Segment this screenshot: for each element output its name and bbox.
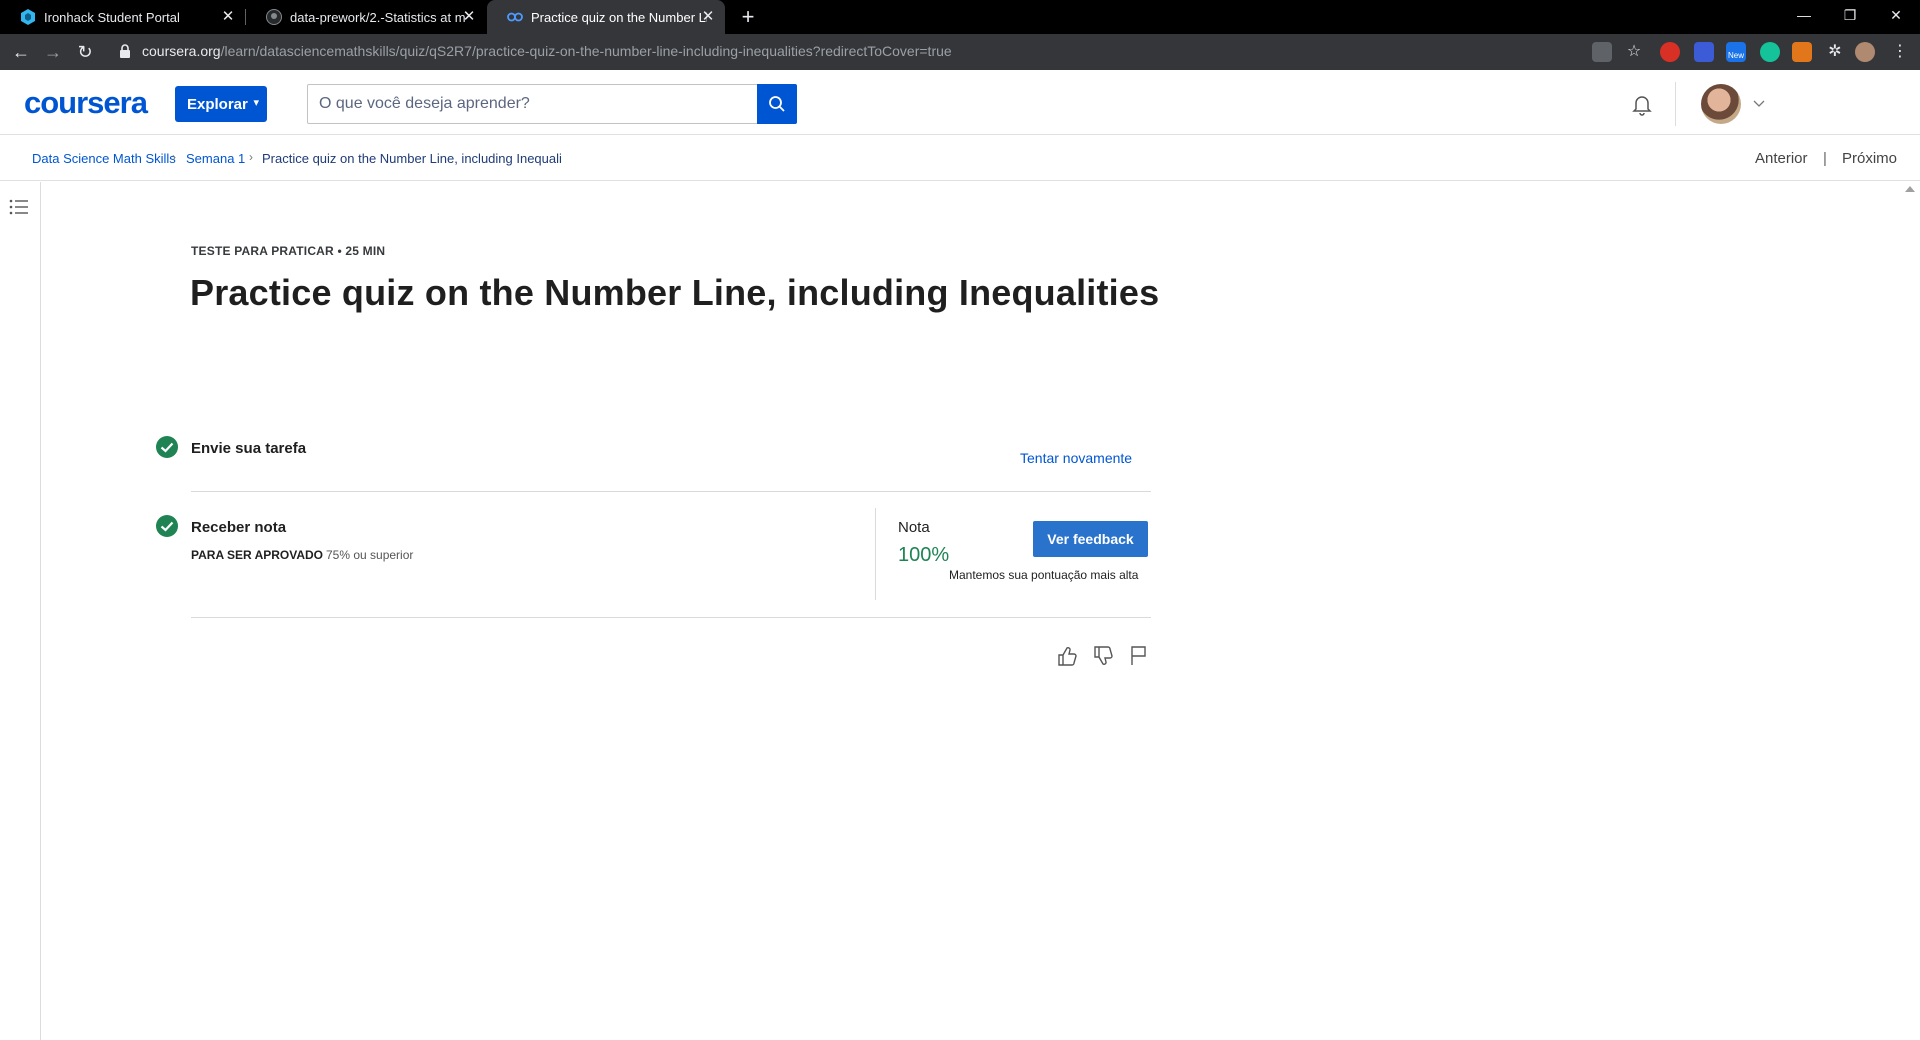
breadcrumb: Data Science Math Skills › Semana 1 › Pr… <box>0 136 1920 181</box>
extension-new-badge[interactable]: New <box>1726 42 1746 62</box>
previous-link[interactable]: Anterior <box>1755 150 1808 167</box>
breadcrumb-chevron-icon: › <box>172 150 176 164</box>
flag-icon[interactable] <box>1128 645 1150 667</box>
github-favicon-icon <box>266 9 282 25</box>
divider <box>191 617 1151 618</box>
grade-step-title: Receber nota <box>191 519 287 536</box>
metamask-icon[interactable] <box>1792 42 1812 62</box>
search-input[interactable]: O que você deseja aprender? <box>307 84 758 124</box>
chevron-down-icon[interactable] <box>1752 96 1766 110</box>
grade-divider <box>875 508 876 600</box>
browser-tab-bar: Ironhack Student Portal ✕ data-prework/2… <box>0 0 1920 34</box>
next-link[interactable]: Próximo <box>1842 150 1897 167</box>
check-circle-icon <box>156 515 178 537</box>
view-feedback-button[interactable]: Ver feedback <box>1033 521 1148 557</box>
search-button[interactable] <box>757 84 797 124</box>
pass-requirement-value: 75% ou superior <box>326 548 414 562</box>
restore-icon[interactable]: ❐ <box>1828 0 1872 30</box>
url-field[interactable]: coursera.org/learn/datasciencemathskills… <box>142 43 952 59</box>
forward-arrow-icon[interactable]: → <box>41 40 65 64</box>
browser-menu-icon[interactable]: ⋮ <box>1888 40 1912 64</box>
new-tab-button[interactable]: + <box>735 4 761 30</box>
outline-menu-icon[interactable] <box>9 198 29 216</box>
grade-label: Nota <box>898 519 930 536</box>
user-avatar[interactable] <box>1701 84 1741 124</box>
minimize-icon[interactable]: — <box>1782 0 1826 30</box>
tab-title: Ironhack Student Portal <box>44 9 180 25</box>
coursera-header: coursera Explorar ▾ O que você deseja ap… <box>0 70 1920 135</box>
pass-requirement-label: PARA SER APROVADO <box>191 548 324 562</box>
divider <box>191 491 1151 492</box>
close-tab-icon[interactable]: ✕ <box>460 8 478 26</box>
close-tab-icon[interactable]: ✕ <box>219 8 237 26</box>
grade-value: 100% <box>898 544 950 566</box>
tab-title: Practice quiz on the Number Line <box>531 9 707 25</box>
scroll-up-arrow-icon[interactable] <box>1905 186 1915 192</box>
quiz-kicker: TESTE PARA PRATICAR • 25 MIN <box>191 244 386 258</box>
puzzle-extensions-icon[interactable]: ✲ <box>1823 40 1847 64</box>
tab-github[interactable]: data-prework/2.-Statistics at ma ✕ <box>246 0 486 34</box>
thumbs-up-icon[interactable] <box>1056 645 1078 667</box>
course-outline-rail <box>0 182 41 1040</box>
extension-red-icon[interactable] <box>1660 42 1680 62</box>
close-window-icon[interactable]: ✕ <box>1874 0 1918 30</box>
thumbs-down-icon[interactable] <box>1092 645 1114 667</box>
tab-ironhack[interactable]: Ironhack Student Portal ✕ <box>0 0 245 34</box>
search-icon <box>769 96 785 112</box>
coursera-favicon-icon <box>507 9 523 25</box>
chevron-down-icon: ▾ <box>253 97 259 109</box>
breadcrumb-chevron-icon: › <box>249 150 253 164</box>
coursera-logo[interactable]: coursera <box>24 85 148 121</box>
translate-icon[interactable] <box>1592 42 1612 62</box>
page-scrollbar[interactable] <box>1900 182 1920 1040</box>
header-divider <box>1675 82 1676 126</box>
highest-score-note: Mantemos sua pontuação mais alta <box>949 568 1139 582</box>
check-circle-icon <box>156 436 178 458</box>
ironhack-favicon-icon <box>20 9 36 25</box>
extension-cursor-icon[interactable] <box>1694 42 1714 62</box>
explore-button[interactable]: Explorar ▾ <box>175 86 267 122</box>
back-arrow-icon[interactable]: ← <box>9 40 33 64</box>
bookmark-star-icon[interactable]: ☆ <box>1622 40 1646 64</box>
breadcrumb-course[interactable]: Data Science Math Skills <box>32 151 176 166</box>
grammarly-icon[interactable] <box>1760 42 1780 62</box>
submit-step-title: Envie sua tarefa <box>191 440 307 457</box>
url-path: /learn/datasciencemathskills/quiz/qS2R7/… <box>220 43 952 59</box>
nav-separator: | <box>1823 150 1827 167</box>
tab-coursera-active[interactable]: Practice quiz on the Number Line ✕ <box>487 0 725 34</box>
explore-label: Explorar <box>187 96 248 113</box>
lock-icon[interactable] <box>120 44 130 58</box>
reload-icon[interactable]: ↻ <box>73 40 97 64</box>
page-title: Practice quiz on the Number Line, includ… <box>190 272 1160 313</box>
tab-title: data-prework/2.-Statistics at ma <box>290 9 466 25</box>
breadcrumb-current: Practice quiz on the Number Line, includ… <box>262 151 562 166</box>
retry-link[interactable]: Tentar novamente <box>1020 450 1132 466</box>
profile-icon[interactable] <box>1855 42 1875 62</box>
url-host: coursera.org <box>142 43 221 59</box>
breadcrumb-week[interactable]: Semana 1 <box>186 151 245 166</box>
notifications-bell-icon[interactable] <box>1630 92 1654 116</box>
address-bar-row: ← → ↻ coursera.org/learn/datasciencemath… <box>0 34 1920 70</box>
close-tab-icon[interactable]: ✕ <box>699 8 717 26</box>
